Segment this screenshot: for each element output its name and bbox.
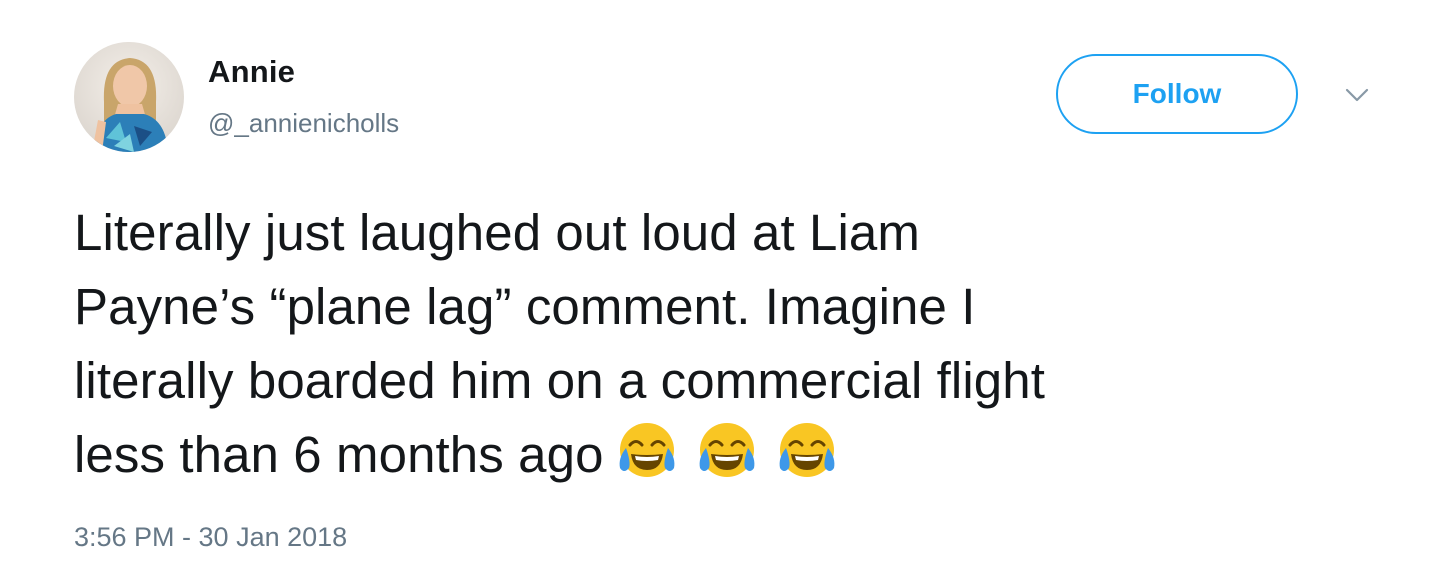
face-with-tears-of-joy-icon <box>614 418 680 484</box>
chevron-down-icon[interactable] <box>1340 80 1374 110</box>
tweet-text-line: less than 6 months ago <box>74 426 604 483</box>
avatar[interactable] <box>74 42 184 152</box>
tweet-text-line: Payne’s “plane lag” comment. Imagine I <box>74 278 976 335</box>
display-name[interactable]: Annie <box>208 54 295 90</box>
tweet-text-line: literally boarded him on a commercial fl… <box>74 352 1045 409</box>
tweet-text-last-line: less than 6 months ago <box>74 418 1374 492</box>
tweet-card: Annie @_annienicholls Follow Literally j… <box>0 0 1440 576</box>
user-handle[interactable]: @_annienicholls <box>208 108 399 139</box>
tweet-timestamp[interactable]: 3:56 PM - 30 Jan 2018 <box>74 522 347 553</box>
tweet-text-line: Literally just laughed out loud at Liam <box>74 204 920 261</box>
tweet-text: Literally just laughed out loud at Liam … <box>74 196 1374 492</box>
face-with-tears-of-joy-icon <box>694 418 760 484</box>
face-with-tears-of-joy-icon <box>774 418 840 484</box>
follow-button[interactable]: Follow <box>1056 54 1298 134</box>
avatar-image <box>74 42 184 152</box>
